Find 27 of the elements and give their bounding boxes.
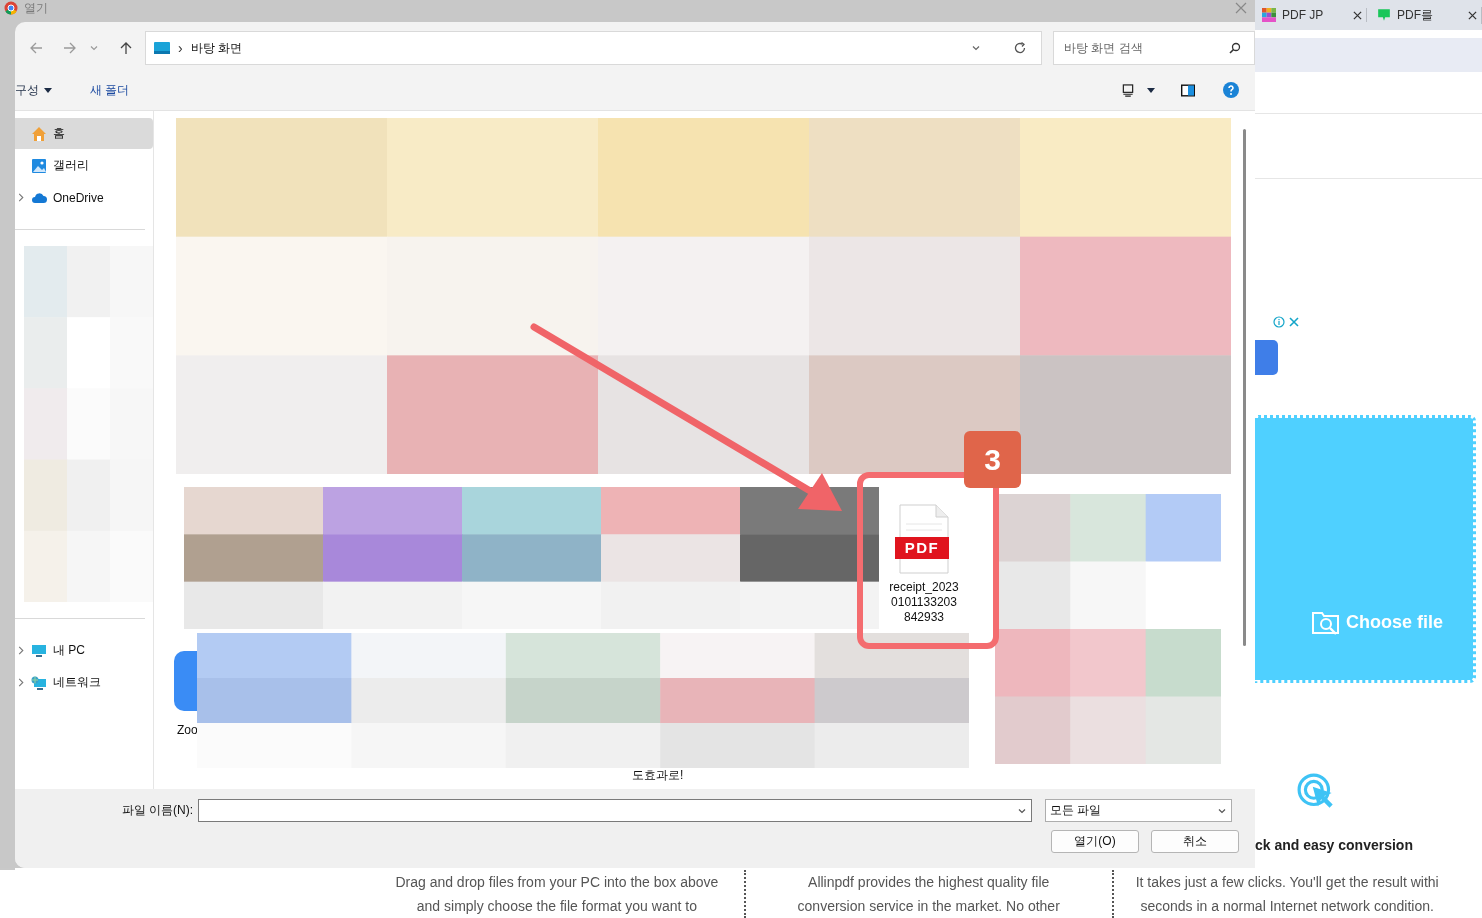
file-name: receipt_2023 0101133203 842933 xyxy=(889,580,959,625)
organize-menu[interactable]: 구성 xyxy=(15,81,52,99)
file-name: 도효과로! xyxy=(632,767,684,784)
feature-title: ck and easy conversion xyxy=(1255,837,1414,853)
open-button[interactable]: 열기(O) xyxy=(1051,830,1139,853)
feature-description: Drag and drop files from your PC into the box above and simply choose the file format you want to xyxy=(395,873,719,916)
sidebar-item[interactable]: 네트워크 xyxy=(15,667,153,698)
sidebar-item[interactable]: 홈 xyxy=(15,118,153,149)
file-type-dropdown[interactable]: 모든 파일 xyxy=(1045,799,1232,822)
sidebar-item[interactable]: OneDrive xyxy=(15,182,153,213)
search-field[interactable]: 바탕 화면 검색 xyxy=(1053,31,1255,65)
browser-tab[interactable]: PDF를 xyxy=(1373,6,1482,24)
window-title: 열기 xyxy=(24,0,48,17)
browser-tab[interactable]: PDF JP xyxy=(1258,8,1367,22)
file-item[interactable]: PDF receipt_2023 0101133203 842933 xyxy=(872,504,976,625)
sidebar-item[interactable]: 갤러리 xyxy=(15,150,153,181)
cancel-button[interactable]: 취소 xyxy=(1151,830,1239,853)
sidebar-item[interactable]: 내 PC xyxy=(15,635,153,666)
file-name-label: 파일 이름(N): xyxy=(120,802,194,819)
feature-description: Allinpdf provides the highest quality file conversion service in the market. No other xyxy=(797,873,1060,916)
address-bar[interactable]: › 바탕 화면 xyxy=(145,31,1042,65)
new-folder-button[interactable]: 새 폴더 xyxy=(90,81,130,99)
file-name: Zoo xyxy=(177,723,198,737)
breadcrumb-separator: › xyxy=(178,40,183,56)
step-badge: 3 xyxy=(964,431,1021,488)
feature-description: It takes just a few clicks. You'll get the result withi seconds in a normal Internet network condition. xyxy=(1135,873,1439,916)
breadcrumb-item[interactable]: 바탕 화면 xyxy=(190,39,242,57)
